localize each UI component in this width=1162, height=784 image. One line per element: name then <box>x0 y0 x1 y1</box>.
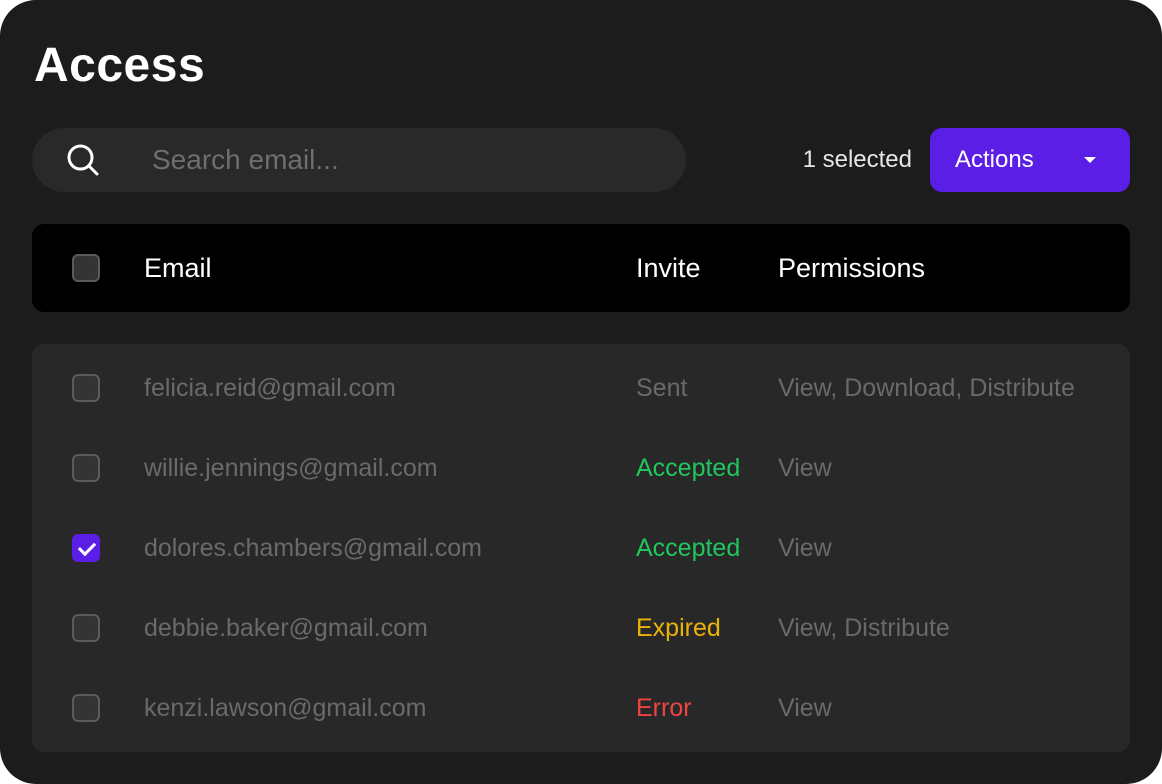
row-invite-status: Expired <box>636 614 721 642</box>
selected-count: 1 selected <box>802 146 912 173</box>
search-bar[interactable] <box>32 128 686 192</box>
row-invite-status: Sent <box>636 374 688 402</box>
row-permissions: View <box>778 534 832 562</box>
row-email: kenzi.lawson@gmail.com <box>144 694 427 722</box>
select-all-checkbox[interactable] <box>72 254 100 282</box>
table-header: Email Invite Permissions <box>32 224 1130 312</box>
row-checkbox[interactable] <box>72 614 100 642</box>
row-checkbox[interactable] <box>72 534 100 562</box>
table-row[interactable]: willie.jennings@gmail.com Accepted View <box>32 428 1130 508</box>
column-header-invite[interactable]: Invite <box>636 224 701 312</box>
row-checkbox[interactable] <box>72 374 100 402</box>
actions-button-label: Actions <box>955 146 1034 173</box>
table-body: felicia.reid@gmail.com Sent View, Downlo… <box>32 344 1130 752</box>
row-invite-status: Accepted <box>636 454 741 482</box>
row-email: felicia.reid@gmail.com <box>144 374 396 402</box>
access-panel: Access 1 selected Actions Email Invite P… <box>0 0 1162 784</box>
table-row[interactable]: kenzi.lawson@gmail.com Error View <box>32 668 1130 748</box>
table-row[interactable]: debbie.baker@gmail.com Expired View, Dis… <box>32 588 1130 668</box>
row-checkbox[interactable] <box>72 454 100 482</box>
row-invite-status: Accepted <box>636 534 741 562</box>
search-icon <box>67 144 99 176</box>
row-email: willie.jennings@gmail.com <box>144 454 438 482</box>
check-icon <box>77 537 97 557</box>
row-permissions: View <box>778 454 832 482</box>
actions-button[interactable]: Actions <box>930 128 1130 192</box>
page-title: Access <box>34 39 206 92</box>
chevron-down-icon <box>1084 157 1096 163</box>
row-permissions: View, Download, Distribute <box>778 374 1075 402</box>
table-row[interactable]: dolores.chambers@gmail.com Accepted View <box>32 508 1130 588</box>
table-row[interactable]: felicia.reid@gmail.com Sent View, Downlo… <box>32 348 1130 428</box>
row-invite-status: Error <box>636 694 692 722</box>
row-permissions: View <box>778 694 832 722</box>
column-header-permissions[interactable]: Permissions <box>778 224 925 312</box>
row-email: dolores.chambers@gmail.com <box>144 534 483 562</box>
row-checkbox[interactable] <box>72 694 100 722</box>
column-header-email[interactable]: Email <box>144 224 212 312</box>
search-input[interactable] <box>152 128 652 192</box>
row-permissions: View, Distribute <box>778 614 950 642</box>
row-email: debbie.baker@gmail.com <box>144 614 428 642</box>
